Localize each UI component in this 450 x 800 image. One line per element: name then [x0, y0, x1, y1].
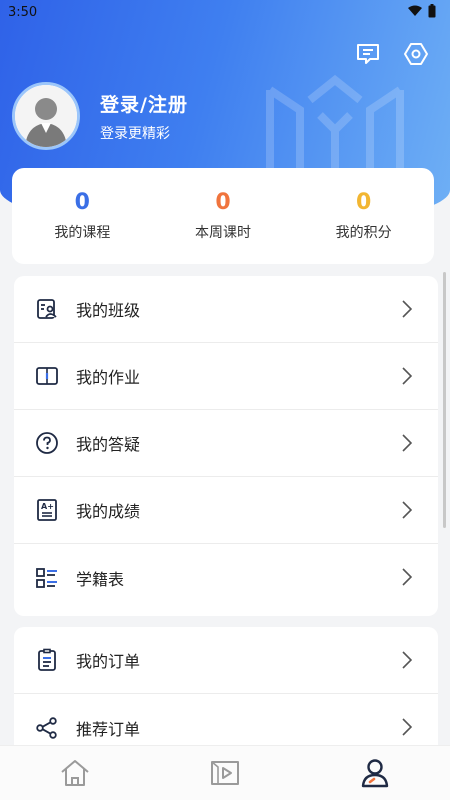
- menu-item-label: 我的班级: [76, 301, 141, 320]
- chevron-right-icon: [402, 367, 412, 385]
- tab-home[interactable]: [0, 746, 150, 800]
- menu-item-student-record[interactable]: 学籍表: [14, 544, 438, 611]
- settings-icon: [404, 43, 428, 65]
- stat-label: 我的积分: [335, 225, 392, 241]
- profile-icon: [361, 759, 389, 788]
- header-actions: [354, 40, 430, 68]
- menu-item-my-grades[interactable]: A+ 我的成绩: [14, 477, 438, 544]
- login-profile[interactable]: 登录/注册 登录更精彩: [12, 82, 188, 150]
- wifi-icon: [408, 5, 422, 16]
- grades-icon: A+: [34, 497, 60, 523]
- menu-item-my-class[interactable]: 我的班级: [14, 276, 438, 343]
- stat-label: 我的课程: [54, 225, 111, 241]
- menu-item-my-questions[interactable]: 我的答疑: [14, 410, 438, 477]
- status-bar: 3:50: [0, 0, 450, 26]
- bottom-nav: [0, 745, 450, 800]
- stat-weekly-hours[interactable]: 0 本周课时: [153, 168, 294, 264]
- question-icon: [34, 430, 60, 456]
- menu-item-my-homework[interactable]: 我的作业: [14, 343, 438, 410]
- status-icons: [408, 4, 436, 18]
- menu-item-label: 我的订单: [76, 652, 141, 671]
- home-icon: [61, 760, 89, 786]
- stats-card: 0 我的课程 0 本周课时 0 我的积分: [12, 168, 434, 264]
- chevron-right-icon: [402, 501, 412, 519]
- class-icon: [34, 296, 60, 322]
- logo-watermark-icon: [266, 74, 404, 170]
- chevron-right-icon: [402, 651, 412, 669]
- menu-item-label: 我的答疑: [76, 435, 141, 454]
- menu-item-label: 我的成绩: [76, 502, 141, 521]
- tab-profile[interactable]: [300, 746, 450, 800]
- chevron-right-icon: [402, 434, 412, 452]
- order-icon: [34, 647, 60, 673]
- share-icon: [34, 715, 60, 741]
- menu-item-my-orders[interactable]: 我的订单: [14, 627, 438, 694]
- menu-group-orders: 我的订单 推荐订单: [14, 627, 438, 757]
- stat-courses[interactable]: 0 我的课程: [12, 168, 153, 264]
- stat-value: 0: [74, 190, 90, 215]
- avatar[interactable]: [12, 82, 80, 150]
- login-subtitle: 登录更精彩: [100, 125, 170, 142]
- video-icon: [211, 761, 239, 785]
- homework-icon: [34, 363, 60, 389]
- scrollbar[interactable]: [443, 272, 446, 528]
- menu-item-label: 学籍表: [76, 569, 125, 589]
- settings-button[interactable]: [402, 40, 430, 68]
- message-icon: [357, 44, 379, 64]
- stat-points[interactable]: 0 我的积分: [293, 168, 434, 264]
- stat-label: 本周课时: [195, 225, 251, 241]
- login-text[interactable]: 登录/注册 登录更精彩: [100, 90, 188, 143]
- menu-item-label: 我的作业: [76, 368, 141, 387]
- chevron-right-icon: [402, 568, 412, 586]
- tab-video[interactable]: [150, 746, 300, 800]
- chevron-right-icon: [402, 718, 412, 736]
- default-avatar-icon: [15, 85, 77, 147]
- battery-icon: [428, 4, 436, 18]
- list-icon: [34, 565, 60, 591]
- login-title[interactable]: 登录/注册: [100, 90, 188, 117]
- stat-value: 0: [215, 190, 231, 215]
- menu-item-label: 推荐订单: [76, 719, 141, 739]
- status-time: 3:50: [8, 5, 38, 20]
- chevron-right-icon: [402, 300, 412, 318]
- menu-group-study: 我的班级 我的作业 我的答疑 A+ 我的成绩 学籍表: [14, 276, 438, 616]
- message-button[interactable]: [354, 40, 382, 68]
- svg-text:A+: A+: [41, 502, 54, 511]
- stat-value: 0: [356, 190, 372, 215]
